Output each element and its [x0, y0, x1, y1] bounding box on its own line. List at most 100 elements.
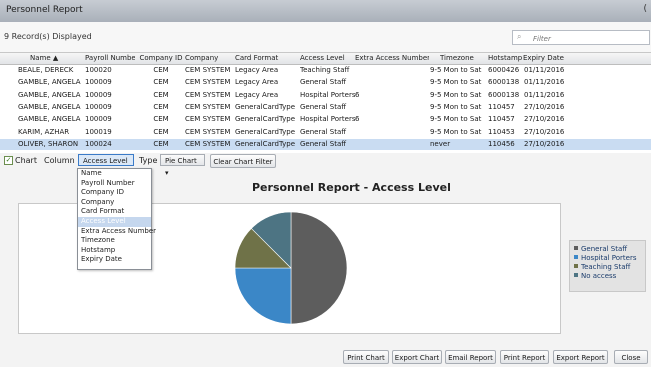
table-cell: 27/10/2016: [524, 102, 565, 111]
table-row[interactable]: KARIM, AZHAR 100019 CEM CEM SYSTEM GeneralCa…: [0, 127, 651, 138]
dropdown-option[interactable]: Payroll Number: [78, 179, 151, 189]
table-cell: CEM: [153, 139, 169, 148]
type-select[interactable]: Pie Chart ▾: [160, 154, 205, 177]
table-cell: General Staff: [300, 127, 347, 136]
table-cell: General Staff: [300, 102, 347, 111]
table-cell: 9-5 Mon to Sat: [430, 115, 482, 124]
table-cell: 01/11/2016: [524, 78, 565, 87]
column-header[interactable]: Access Level: [300, 53, 360, 64]
table-cell: 9-5 Mon to Sat: [430, 78, 482, 87]
table-cell: CEM: [153, 102, 169, 111]
table-cell: 110456: [488, 139, 515, 148]
personnel-report-window: Personnel Report ( 9 Record(s) Displayed…: [0, 0, 651, 367]
table-cell: 9-5 Mon to Sat: [430, 127, 482, 136]
table-cell: CEM SYSTEM: [185, 78, 231, 87]
table-row[interactable]: OLIVER, SHARON 100024 CEM CEM SYSTEM General…: [0, 138, 651, 150]
table-cell: GeneralCardType: [235, 139, 296, 148]
table-cell: CEM: [153, 127, 169, 136]
close-button[interactable]: Close: [614, 350, 648, 364]
chart-checkbox[interactable]: ✓: [4, 156, 13, 165]
table-cell: Hospital Porters: [300, 115, 356, 124]
dropdown-option[interactable]: Extra Access Number: [78, 227, 156, 237]
export-chart-button[interactable]: Export Chart: [392, 350, 442, 364]
table-cell: 100009: [85, 102, 112, 111]
legend-swatch: [574, 273, 578, 277]
table-row[interactable]: GAMBLE, ANGELA 100009 CEM CEM SYSTEM Legacy …: [0, 90, 651, 101]
type-label: Type: [139, 156, 158, 165]
table-cell: 110457: [488, 102, 515, 111]
table-cell: 9-5 Mon to Sat: [430, 102, 482, 111]
table-row[interactable]: GAMBLE, ANGELA 100009 CEM CEM SYSTEM General…: [0, 102, 651, 113]
pie-slice-general-staff[interactable]: [290, 211, 348, 325]
dropdown-option[interactable]: Expiry Date: [78, 255, 151, 265]
chart-controls: ✓ Chart Column Access Level ▾ Type Pie C…: [0, 153, 651, 177]
table-cell: KARIM, AZHAR: [18, 127, 70, 136]
column-header[interactable]: Expiry Date: [523, 53, 575, 64]
dropdown-option[interactable]: Company ID: [78, 188, 151, 198]
column-header[interactable]: Hotstamp: [488, 53, 524, 64]
dropdown-option[interactable]: Company: [78, 198, 151, 208]
chart-legend: General Staff Hospital Porters Teaching St…: [569, 240, 646, 292]
filter-box[interactable]: ⌕: [512, 30, 650, 45]
search-icon: ⌕: [517, 32, 522, 41]
table-cell: never: [430, 139, 451, 148]
legend-swatch: [574, 255, 578, 259]
dropdown-option[interactable]: Hotstamp: [78, 246, 151, 256]
print-chart-button[interactable]: Print Chart: [343, 350, 389, 364]
table-cell: 6: [355, 115, 360, 124]
table-cell: 100020: [85, 66, 112, 74]
export-report-button[interactable]: Export Report: [553, 350, 608, 364]
email-report-button[interactable]: Email Report: [445, 350, 496, 364]
dropdown-option[interactable]: Card Format: [78, 207, 151, 217]
legend-item: No access: [574, 272, 641, 281]
close-icon[interactable]: (: [643, 4, 647, 14]
clear-chart-filter-button[interactable]: Clear Chart Filter: [210, 154, 276, 168]
filter-input[interactable]: [531, 32, 645, 45]
column-select[interactable]: Access Level ▾: [78, 154, 134, 177]
table-row[interactable]: GAMBLE, ANGELA 100009 CEM CEM SYSTEM Legacy …: [0, 77, 651, 88]
action-buttons: Print Chart Export Chart Email Report Print…: [0, 350, 651, 366]
table-cell: GeneralCardType: [235, 115, 296, 124]
table-cell: GAMBLE, ANGELA: [18, 102, 81, 111]
table-cell: 27/10/2016: [524, 139, 565, 148]
title-bar: Personnel Report (: [0, 0, 651, 23]
table-cell: CEM SYSTEM: [185, 139, 231, 148]
window-title: Personnel Report: [6, 5, 83, 15]
table-cell: GAMBLE, ANGELA: [18, 90, 81, 99]
column-header[interactable]: Payroll Number: [85, 53, 135, 64]
table-cell: 01/11/2016: [524, 90, 565, 99]
column-dropdown-list: Name Payroll Number Company ID Company Card …: [77, 168, 156, 270]
dropdown-option[interactable]: Name: [78, 169, 151, 179]
table-cell: 6000426: [488, 66, 520, 74]
table-cell: 100019: [85, 127, 112, 136]
table-cell: CEM SYSTEM: [185, 90, 231, 99]
table-row[interactable]: GAMBLE, ANGELA 100009 CEM CEM SYSTEM General…: [0, 114, 651, 125]
print-report-button[interactable]: Print Report: [500, 350, 549, 364]
table-cell: 01/11/2016: [524, 66, 565, 74]
column-header[interactable]: Company ID: [137, 53, 185, 64]
table-row[interactable]: BEALE, DERECK 100020 CEM CEM SYSTEM Legacy A…: [0, 65, 651, 76]
column-header[interactable]: Card Format: [235, 53, 298, 64]
table-cell: CEM: [153, 90, 169, 99]
column-header[interactable]: Company: [185, 53, 233, 64]
record-count: 9 Record(s) Displayed: [4, 32, 92, 41]
column-header[interactable]: Extra Access Number: [355, 53, 429, 64]
table-cell: CEM: [153, 115, 169, 124]
dropdown-option[interactable]: Timezone: [78, 236, 151, 246]
legend-item: Hospital Porters: [574, 254, 641, 263]
table-cell: General Staff: [300, 78, 347, 87]
table-cell: GeneralCardType: [235, 127, 296, 136]
table-cell: 9-5 Mon to Sat: [430, 66, 482, 74]
dropdown-option[interactable]: Access Level: [78, 216, 151, 227]
table-cell: 6000138: [488, 78, 520, 87]
table-cell: Hospital Porters: [300, 90, 356, 99]
table-cell: Legacy Area: [235, 90, 279, 99]
legend-label: Teaching Staff: [581, 263, 631, 271]
chart-label: Chart: [15, 156, 37, 165]
pie-slice-hospital-porters[interactable]: [234, 267, 292, 325]
legend-swatch: [574, 246, 578, 250]
table-cell: 100009: [85, 90, 112, 99]
grid-header-row: Name ▲ Payroll Number Company ID Company Car…: [0, 53, 651, 65]
table-cell: 27/10/2016: [524, 115, 565, 124]
table-cell: 110457: [488, 115, 515, 124]
